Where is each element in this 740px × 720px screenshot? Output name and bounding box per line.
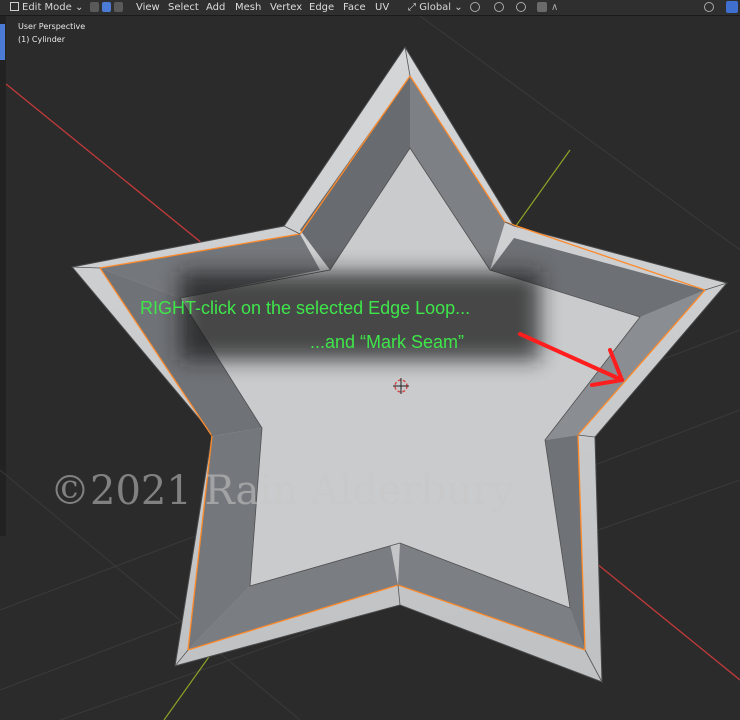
chevron-down-icon: ⌄ — [454, 2, 463, 13]
caption-line-2: ...and “Mark Seam” — [310, 332, 465, 352]
snap-icon[interactable] — [494, 2, 504, 12]
header-bar: Edit Mode ⌄ View Select Add Mesh Vertex … — [0, 0, 740, 16]
menu-vertex[interactable]: Vertex — [270, 0, 302, 15]
mode-dropdown[interactable]: Edit Mode ⌄ — [10, 0, 83, 15]
menu-edge[interactable]: Edge — [309, 0, 334, 15]
menu-add[interactable]: Add — [206, 0, 225, 15]
menu-uv[interactable]: UV — [375, 0, 389, 15]
face-select-icon[interactable] — [114, 2, 123, 12]
3d-viewport[interactable] — [0, 16, 740, 720]
menu-view[interactable]: View — [136, 0, 160, 15]
proportional-editing-icon[interactable] — [516, 2, 526, 12]
menu-mesh[interactable]: Mesh — [235, 0, 261, 15]
watermark: ©2021 Rain Alderbury — [50, 468, 514, 514]
falloff-icon[interactable] — [537, 2, 547, 12]
curve-icon[interactable]: ∧ — [551, 0, 558, 15]
orientation-icon: ⤢ — [408, 2, 416, 13]
chevron-down-icon: ⌄ — [74, 2, 84, 13]
visibility-icon[interactable] — [704, 2, 714, 12]
transform-orientation-dropdown[interactable]: ⤢ Global ⌄ — [408, 0, 463, 15]
edit-mode-icon — [10, 2, 19, 11]
pivot-point-icon[interactable] — [470, 2, 480, 12]
edge-select-icon[interactable] — [102, 2, 111, 12]
menu-select[interactable]: Select — [168, 0, 199, 15]
caption-line-1: RIGHT-click on the selected Edge Loop... — [140, 298, 471, 318]
vertex-select-icon[interactable] — [90, 2, 99, 12]
gizmo-toggle-icon[interactable] — [726, 1, 738, 13]
orientation-label: Global — [419, 2, 452, 13]
object-name: (1) Cylinder — [18, 35, 65, 44]
menu-face[interactable]: Face — [343, 0, 366, 15]
view-name: User Perspective — [18, 22, 86, 31]
mode-label: Edit Mode — [22, 2, 72, 13]
